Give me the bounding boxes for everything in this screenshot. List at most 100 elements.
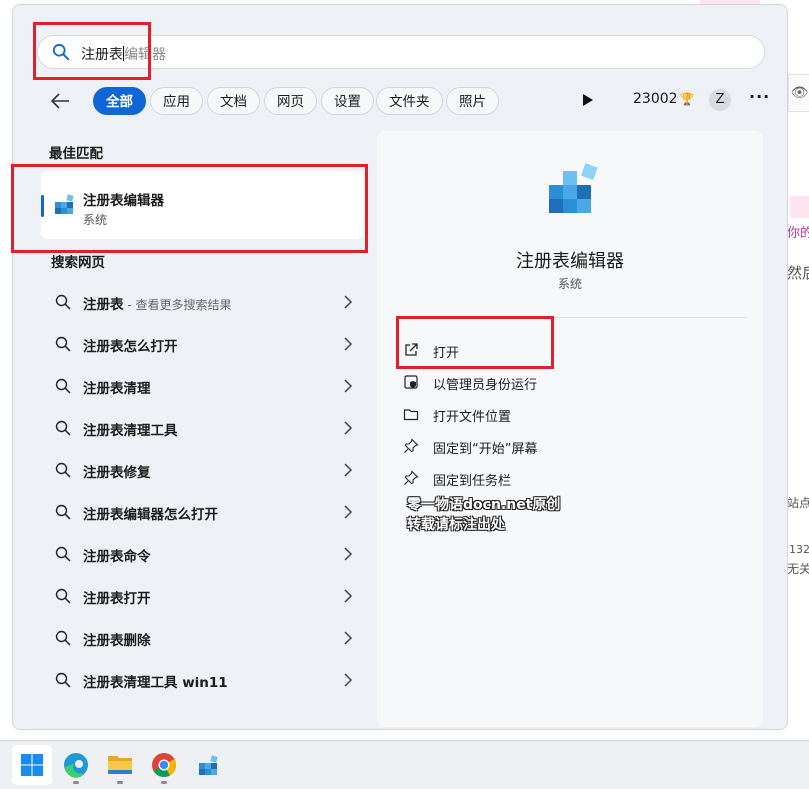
web-search-item-label: 注册表清理工具 xyxy=(83,419,178,439)
filter-chip-photos[interactable]: 照片 xyxy=(446,87,499,115)
running-indicator xyxy=(161,781,167,784)
search-icon xyxy=(55,630,71,646)
web-search-query: 注册表命令 xyxy=(83,549,151,565)
background-highlight xyxy=(790,196,809,218)
chevron-right-icon xyxy=(344,589,353,603)
background-text: 无关 xyxy=(787,562,809,576)
web-search-item[interactable]: 注册表清理工具 win11 xyxy=(41,659,363,701)
chevron-right-icon xyxy=(344,295,353,309)
web-search-item[interactable]: 注册表修复 xyxy=(41,449,363,491)
file-explorer-icon xyxy=(108,756,132,774)
taskbar-chrome[interactable] xyxy=(144,745,184,785)
web-search-item-label: 注册表清理工具 win11 xyxy=(83,671,228,691)
web-search-item-label: 注册表打开 xyxy=(83,587,151,607)
web-search-query: 注册表编辑器怎么打开 xyxy=(83,507,218,523)
annotation-box-open xyxy=(396,316,554,369)
windows-start-icon xyxy=(21,754,43,776)
chevron-right-icon xyxy=(344,421,353,435)
trophy-icon: 🏆 xyxy=(679,92,695,106)
pin-icon xyxy=(404,470,419,485)
watermark-line: 零一物语docn.net原创 xyxy=(407,497,561,513)
annotation-box-search xyxy=(33,22,151,80)
web-search-query: 注册表清理 xyxy=(83,381,151,397)
run-as-admin-action[interactable]: 以管理员身份运行 xyxy=(403,367,733,397)
search-icon xyxy=(55,336,71,352)
taskbar-regedit[interactable] xyxy=(188,745,228,785)
best-match-title: 最佳匹配 xyxy=(49,146,103,162)
pin-icon xyxy=(404,438,419,453)
web-search-item-label: 注册表怎么打开 xyxy=(83,335,178,355)
action-label: 以管理员身份运行 xyxy=(433,378,538,393)
web-search-item[interactable]: 注册表怎么打开 xyxy=(41,323,363,365)
taskbar xyxy=(0,740,809,789)
taskbar-edge[interactable] xyxy=(56,745,96,785)
edge-icon xyxy=(64,753,88,778)
action-label: 打开文件位置 xyxy=(433,410,512,425)
back-arrow-icon[interactable] xyxy=(49,91,71,111)
watermark: 零一物语docn.net原创 转载请标注出处 xyxy=(407,495,560,535)
chevron-right-icon xyxy=(344,505,353,519)
eye-icon[interactable]: 👁 xyxy=(788,74,809,112)
web-search-item[interactable]: 注册表打开 xyxy=(41,575,363,617)
running-indicator xyxy=(73,781,79,784)
watermark-line: 转载请标注出处 xyxy=(407,517,505,533)
taskbar-file-explorer[interactable] xyxy=(100,745,140,785)
filter-chip-web[interactable]: 网页 xyxy=(264,87,317,115)
background-text: 站点 xyxy=(787,496,809,510)
chrome-icon xyxy=(152,753,177,778)
filter-bar: 全部 应用 文档 网页 设置 文件夹 照片 23002 🏆 Z ··· xyxy=(35,85,775,117)
web-search-item[interactable]: 注册表命令 xyxy=(41,533,363,575)
search-icon xyxy=(55,672,71,688)
filter-chip-settings[interactable]: 设置 xyxy=(321,87,374,115)
chevron-right-icon xyxy=(344,631,353,645)
action-label: 固定到“开始”屏幕 xyxy=(433,442,538,457)
pin-to-taskbar-action[interactable]: 固定到任务栏 xyxy=(403,463,733,493)
search-icon xyxy=(55,504,71,520)
search-icon xyxy=(55,294,71,310)
pin-to-start-action[interactable]: 固定到“开始”屏幕 xyxy=(403,431,733,461)
detail-app-type: 系统 xyxy=(557,277,582,291)
rewards-points-value: 23002 xyxy=(633,91,678,107)
web-search-item[interactable]: 注册表清理 xyxy=(41,365,363,407)
web-search-query: 注册表怎么打开 xyxy=(83,339,178,355)
admin-shield-icon xyxy=(404,375,418,389)
filter-chip-apps[interactable]: 应用 xyxy=(150,87,203,115)
chevron-right-icon xyxy=(344,463,353,477)
web-search-item[interactable]: 注册表删除 xyxy=(41,617,363,659)
rewards-points[interactable]: 23002 🏆 xyxy=(633,91,695,107)
open-file-location-action[interactable]: 打开文件位置 xyxy=(403,399,733,429)
web-search-item[interactable]: 注册表清理工具 xyxy=(41,407,363,449)
filter-chip-documents[interactable]: 文档 xyxy=(207,87,260,115)
filter-chip-folders[interactable]: 文件夹 xyxy=(376,87,443,115)
running-indicator xyxy=(117,781,123,784)
web-search-query: 注册表清理工具 xyxy=(83,423,178,439)
web-search-item-label: 注册表删除 xyxy=(83,629,151,649)
web-search-query: 注册表清理工具 win11 xyxy=(83,675,228,691)
search-icon xyxy=(55,588,71,604)
chevron-right-icon xyxy=(344,337,353,351)
web-search-item-label: 注册表修复 xyxy=(83,461,151,481)
web-search-item-label: 注册表 - 查看更多搜索结果 xyxy=(83,293,231,313)
search-icon xyxy=(55,462,71,478)
background-text: 132 xyxy=(789,543,809,556)
detail-pane: 注册表编辑器 系统 打开 以管理员身份运行 打开文件位置 固定到“开始”屏幕 固… xyxy=(377,131,763,727)
web-search-item-label: 注册表编辑器怎么打开 xyxy=(83,503,218,523)
start-button[interactable] xyxy=(12,745,52,785)
web-search-item[interactable]: 注册表 - 查看更多搜索结果 xyxy=(41,281,363,323)
web-search-query: 注册表打开 xyxy=(83,591,151,607)
web-search-title: 搜索网页 xyxy=(51,255,105,271)
annotation-box-best-match xyxy=(11,164,368,253)
more-options-icon[interactable]: ··· xyxy=(749,87,770,106)
background-text: 你的 xyxy=(787,226,809,241)
regedit-icon xyxy=(199,755,218,775)
search-icon xyxy=(55,546,71,562)
web-search-query: 注册表 xyxy=(83,297,124,313)
web-search-query: 注册表修复 xyxy=(83,465,151,481)
search-icon xyxy=(55,378,71,394)
search-icon xyxy=(55,420,71,436)
detail-app-name: 注册表编辑器 xyxy=(516,251,624,272)
avatar[interactable]: Z xyxy=(709,89,731,111)
web-search-item[interactable]: 注册表编辑器怎么打开 xyxy=(41,491,363,533)
filter-chip-all[interactable]: 全部 xyxy=(93,87,146,115)
play-icon[interactable] xyxy=(583,94,593,106)
